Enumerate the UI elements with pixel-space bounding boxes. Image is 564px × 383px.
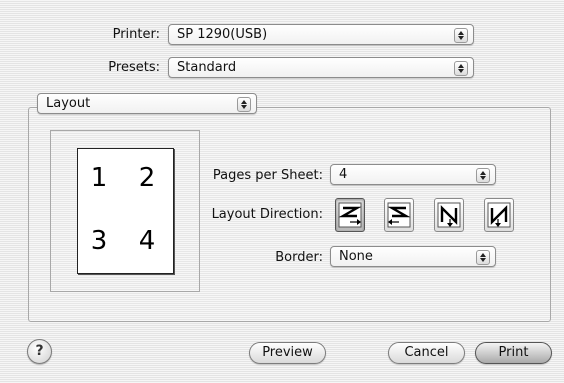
- pages-per-sheet-value: 4: [339, 167, 348, 182]
- preview-page-number: 3: [90, 226, 108, 256]
- layout-direction-reverse-z-button[interactable]: [384, 198, 414, 232]
- layout-direction-label: Layout Direction:: [211, 207, 323, 222]
- up-down-arrows-icon: [454, 61, 468, 76]
- presets-popup[interactable]: Standard: [168, 57, 474, 78]
- preview-page-number: 4: [138, 226, 156, 256]
- reverse-z-order-icon: [387, 202, 411, 228]
- layout-direction-n-button[interactable]: [434, 198, 464, 232]
- printer-popup[interactable]: SP 1290(USB): [168, 24, 474, 45]
- n-order-icon: [437, 202, 461, 228]
- printer-value: SP 1290(USB): [177, 27, 268, 42]
- help-button[interactable]: ?: [27, 339, 52, 364]
- printer-label: Printer:: [112, 27, 160, 42]
- preview-button[interactable]: Preview: [249, 342, 326, 364]
- border-value: None: [339, 249, 373, 264]
- preview-page-number: 1: [90, 163, 108, 193]
- border-label: Border:: [275, 250, 323, 265]
- presets-label: Presets:: [108, 60, 160, 75]
- pages-per-sheet-popup[interactable]: 4: [330, 164, 496, 185]
- reverse-n-order-icon: [487, 202, 511, 228]
- up-down-arrows-icon: [476, 168, 490, 183]
- layout-preview-page: 1 2 3 4: [77, 148, 174, 274]
- up-down-arrows-icon: [237, 97, 251, 112]
- border-popup[interactable]: None: [330, 246, 496, 267]
- z-order-icon: [338, 202, 362, 228]
- print-button[interactable]: Print: [475, 342, 552, 364]
- layout-direction-z-button[interactable]: [335, 198, 365, 232]
- pane-select-value: Layout: [46, 96, 91, 111]
- pages-per-sheet-label: Pages per Sheet:: [212, 168, 323, 183]
- presets-value: Standard: [177, 60, 237, 75]
- preview-page-number: 2: [138, 163, 156, 193]
- up-down-arrows-icon: [476, 250, 490, 265]
- up-down-arrows-icon: [454, 28, 468, 43]
- layout-direction-reverse-n-button[interactable]: [484, 198, 514, 232]
- cancel-button[interactable]: Cancel: [388, 342, 465, 364]
- pane-select-popup[interactable]: Layout: [37, 93, 257, 114]
